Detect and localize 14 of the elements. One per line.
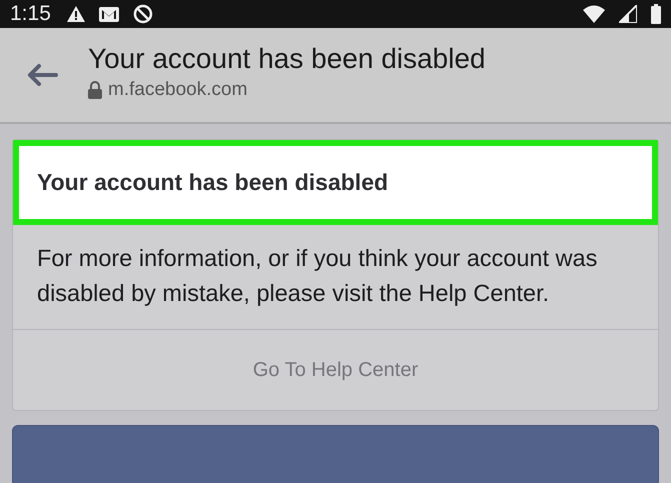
back-icon[interactable] — [26, 63, 58, 87]
notice-message: For more information, or if you think your account was disabled by mistake, please visit the Help Center. — [13, 225, 658, 330]
lock-icon — [88, 81, 102, 99]
signal-icon — [619, 5, 637, 23]
mail-icon — [98, 6, 119, 22]
card-title: Your account has been disabled — [13, 140, 658, 225]
battery-icon — [651, 4, 661, 24]
page-title: Your account has been disabled — [88, 43, 486, 75]
help-center-button[interactable]: Go To Help Center — [13, 330, 658, 410]
page-url: m.facebook.com — [108, 79, 248, 101]
status-time: 1:15 — [10, 2, 51, 26]
wifi-icon — [583, 5, 605, 23]
blocked-icon — [132, 4, 153, 24]
warning-icon — [66, 6, 85, 22]
